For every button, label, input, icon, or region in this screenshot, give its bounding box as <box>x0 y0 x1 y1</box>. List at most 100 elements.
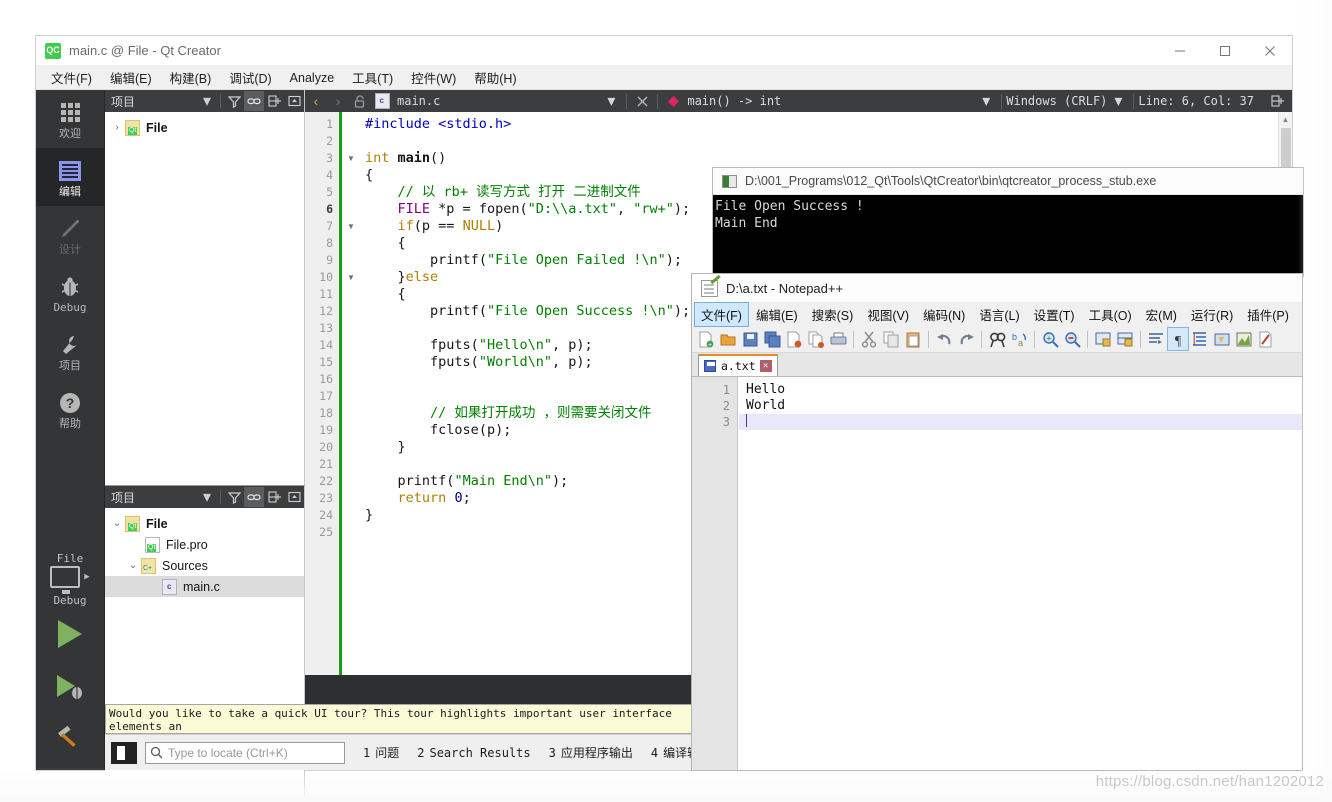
npp-menu-macro[interactable]: 宏(M) <box>1139 302 1184 327</box>
sidebar-item-debug[interactable]: Debug <box>36 264 104 322</box>
close-icon[interactable] <box>631 91 653 111</box>
line-ending-selector[interactable]: Windows (CRLF) <box>1006 94 1107 108</box>
cut-icon[interactable] <box>858 327 880 351</box>
tree-item-file[interactable]: ⌄ File <box>105 513 304 534</box>
notepadpp-tab-a-txt[interactable]: a.txt ✕ <box>698 354 778 376</box>
chevron-down-icon[interactable]: ▾ <box>600 91 622 111</box>
npp-menu-edit[interactable]: 编辑(E) <box>749 302 805 327</box>
chevron-left-icon[interactable]: ‹ <box>305 91 327 111</box>
sidebar-item-help[interactable]: ? 帮助 <box>36 380 104 438</box>
uml-icon[interactable] <box>1211 327 1233 351</box>
unlocked-icon[interactable] <box>349 91 371 111</box>
open-file-icon[interactable] <box>717 327 739 351</box>
fold-marker-icon[interactable]: ▼ <box>346 269 356 286</box>
kit-selector[interactable]: File ▶ Debug <box>36 552 104 608</box>
tree-item-sources[interactable]: ⌄ Sources <box>105 555 304 576</box>
redo-icon[interactable] <box>955 327 977 351</box>
save-all-icon[interactable] <box>761 327 783 351</box>
start-debugging-button[interactable] <box>36 660 104 712</box>
chevron-down-icon[interactable]: ▾ <box>197 487 217 507</box>
chevron-down-icon[interactable]: ▾ <box>197 91 217 111</box>
sidebar-item-projects[interactable]: 项目 <box>36 322 104 380</box>
new-file-icon[interactable]: + <box>695 327 717 351</box>
zoom-in-icon[interactable]: + <box>1039 327 1061 351</box>
chevron-right-icon[interactable]: › <box>327 91 349 111</box>
menu-help[interactable]: 帮助(H) <box>465 66 525 89</box>
editor-fold-column[interactable]: ▼ ▼ ▼ <box>342 112 360 675</box>
fold-marker-icon[interactable]: ▼ <box>346 218 356 235</box>
chevron-down-icon[interactable]: ▾ <box>975 91 997 111</box>
close-panel-icon[interactable] <box>284 487 304 507</box>
close-panel-icon[interactable] <box>284 91 304 111</box>
filter-icon[interactable] <box>224 487 244 507</box>
npp-menu-language[interactable]: 语言(L) <box>972 302 1026 327</box>
show-all-chars-icon[interactable]: ¶ <box>1167 327 1189 351</box>
notepadpp-text-area[interactable]: Hello World <box>739 377 1302 770</box>
npp-menu-view[interactable]: 视图(V) <box>860 302 916 327</box>
link-icon[interactable] <box>244 91 264 111</box>
chevron-down-icon[interactable]: ⌄ <box>125 560 141 571</box>
chevron-down-icon[interactable]: ⌄ <box>109 518 125 529</box>
tree-item-main-c[interactable]: main.c <box>105 576 304 597</box>
tree-item-file-pro[interactable]: File.pro <box>105 534 304 555</box>
npp-menu-plugins[interactable]: 插件(P) <box>1240 302 1296 327</box>
close-file-icon[interactable] <box>783 327 805 351</box>
editor-file-name[interactable]: main.c <box>397 94 440 108</box>
search-input[interactable]: Type to locate (Ctrl+K) <box>145 741 345 764</box>
filter-icon[interactable] <box>224 91 244 111</box>
output-pane-app-output[interactable]: 3 应用程序输出 <box>549 744 633 761</box>
sync-horizontal-icon[interactable] <box>1114 327 1136 351</box>
maximize-icon[interactable] <box>1202 36 1247 66</box>
copy-icon[interactable] <box>880 327 902 351</box>
split-icon[interactable] <box>264 91 284 111</box>
menu-analyze[interactable]: Analyze <box>281 69 343 87</box>
close-all-icon[interactable] <box>805 327 827 351</box>
save-icon[interactable] <box>739 327 761 351</box>
npp-menu-settings[interactable]: 设置(T) <box>1027 302 1082 327</box>
menu-window[interactable]: 控件(W) <box>402 66 465 89</box>
close-icon[interactable] <box>1247 36 1292 66</box>
menu-tools[interactable]: 工具(T) <box>343 66 402 89</box>
output-pane-issues[interactable]: 1 问题 <box>363 744 399 761</box>
replace-icon[interactable]: ba <box>1008 327 1030 351</box>
indent-guide-icon[interactable] <box>1189 327 1211 351</box>
print-icon[interactable] <box>827 327 849 351</box>
npp-menu-search[interactable]: 搜索(S) <box>805 302 861 327</box>
sidebar-item-welcome[interactable]: 欢迎 <box>36 90 104 148</box>
undo-icon[interactable] <box>933 327 955 351</box>
sidebar-item-edit[interactable]: 编辑 <box>36 148 104 206</box>
menu-debug[interactable]: 调试(D) <box>220 66 280 89</box>
paste-icon[interactable] <box>902 327 924 351</box>
find-icon[interactable] <box>986 327 1008 351</box>
chevron-down-icon[interactable]: ▾ <box>1107 91 1129 111</box>
sync-vertical-icon[interactable] <box>1092 327 1114 351</box>
tree-item-file[interactable]: › File <box>105 117 304 138</box>
run-button[interactable] <box>36 608 104 660</box>
npp-menu-tools[interactable]: 工具(O) <box>1082 302 1139 327</box>
fold-marker-icon[interactable]: ▼ <box>346 150 356 167</box>
npp-menu-encoding[interactable]: 编码(N) <box>916 302 972 327</box>
build-button[interactable] <box>36 712 104 764</box>
notepadpp-editor[interactable]: 1 2 3 Hello World <box>692 377 1302 770</box>
chevron-right-icon[interactable]: › <box>109 122 125 133</box>
minimize-icon[interactable] <box>1157 36 1202 66</box>
document-map-icon[interactable] <box>1233 327 1255 351</box>
hammer-icon <box>58 725 76 747</box>
menu-build[interactable]: 构建(B) <box>161 66 221 89</box>
npp-menu-run[interactable]: 运行(R) <box>1184 302 1240 327</box>
split-editor-icon[interactable] <box>1266 91 1288 111</box>
function-list-icon[interactable] <box>1255 327 1277 351</box>
editor-symbol-selector[interactable]: main() -> int <box>687 94 781 108</box>
menu-file[interactable]: 文件(F) <box>42 66 101 89</box>
menu-edit[interactable]: 编辑(E) <box>101 66 161 89</box>
npp-menu-file[interactable]: 文件(F) <box>694 301 749 327</box>
split-icon[interactable] <box>264 487 284 507</box>
sidebar-item-design[interactable]: 设计 <box>36 206 104 264</box>
zoom-out-icon[interactable] <box>1061 327 1083 351</box>
output-pane-search-results[interactable]: 2 Search Results <box>417 746 530 760</box>
tab-close-icon[interactable]: ✕ <box>759 360 772 372</box>
word-wrap-icon[interactable] <box>1145 327 1167 351</box>
toggle-sidebar-icon[interactable] <box>111 741 137 764</box>
scroll-up-icon[interactable]: ▲ <box>1279 112 1292 126</box>
link-icon[interactable] <box>244 487 264 507</box>
